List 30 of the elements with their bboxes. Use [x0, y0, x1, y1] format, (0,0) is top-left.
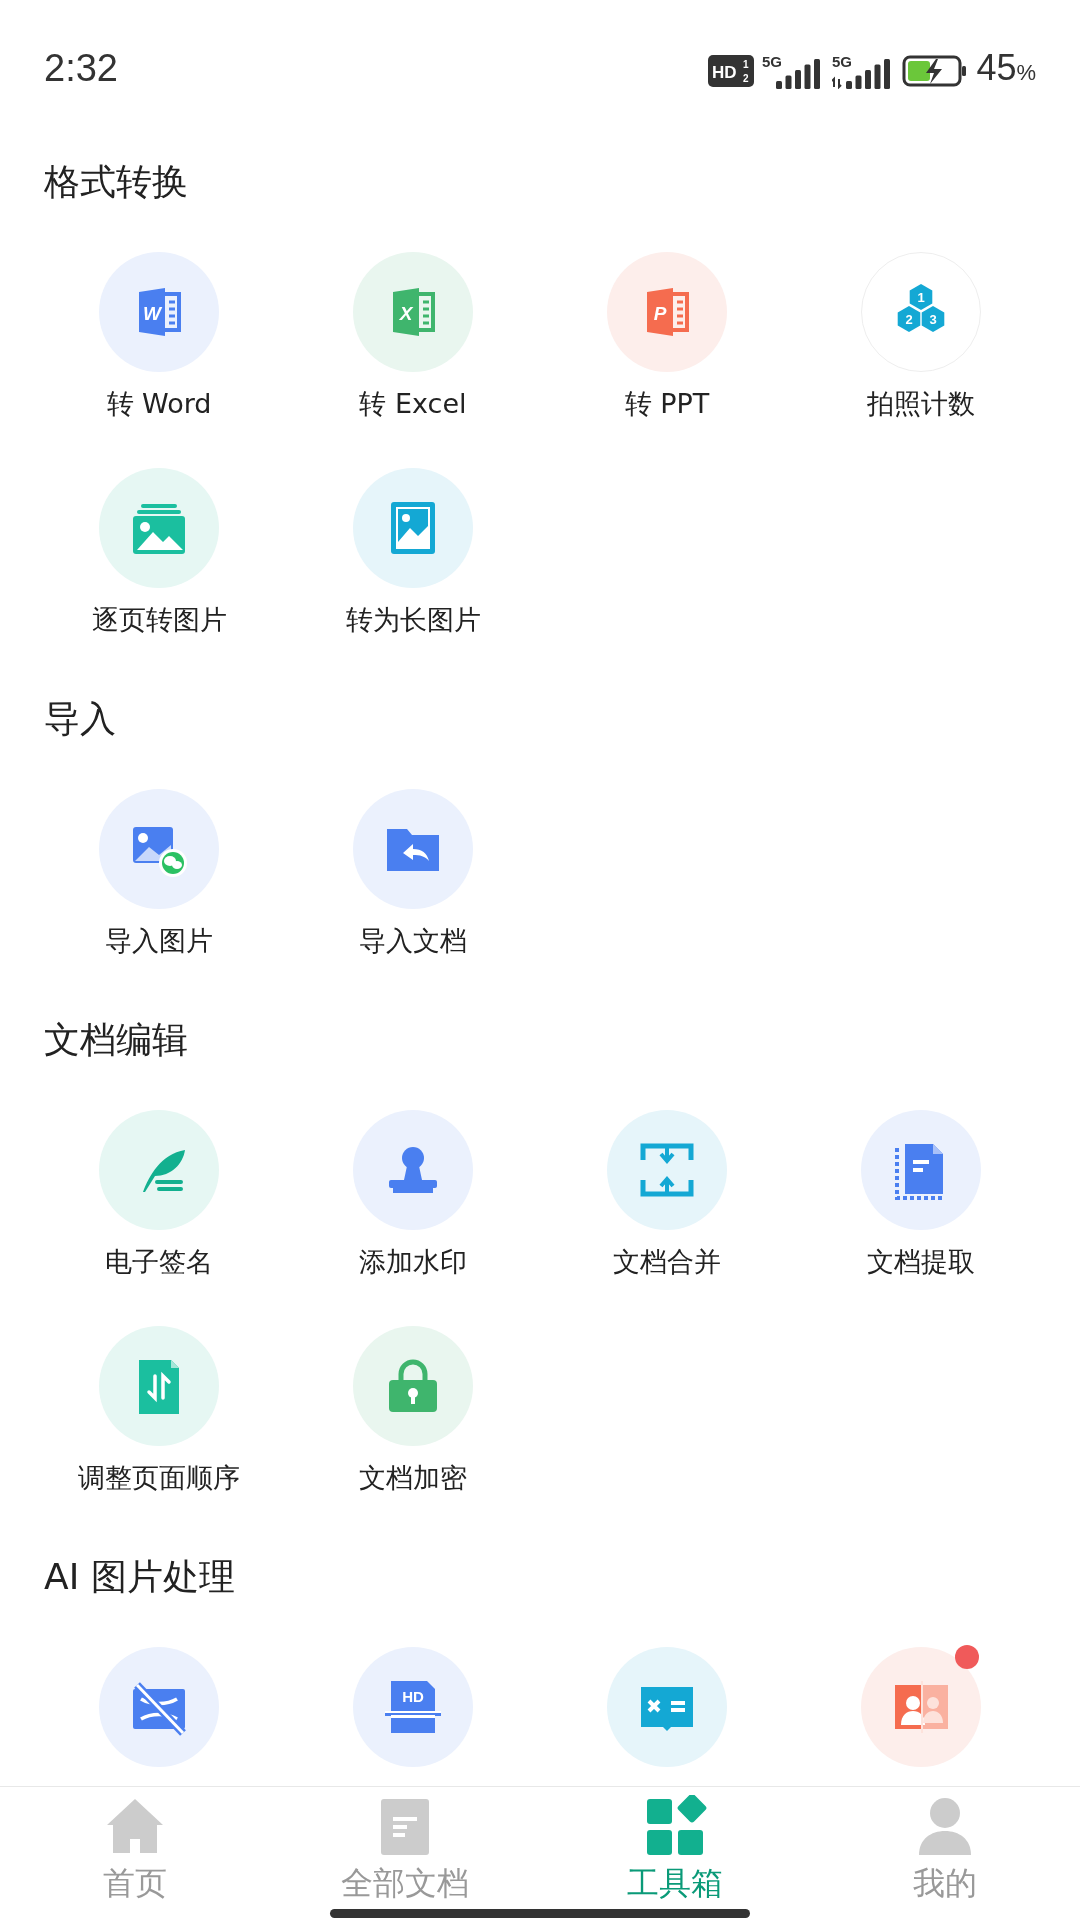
battery-percent: 45%: [976, 48, 1036, 90]
tool-button[interactable]: HD: [353, 1647, 473, 1767]
tool-label: 调整页面顺序: [78, 1461, 240, 1495]
tool-label: 逐页转图片: [91, 603, 227, 637]
clock: 2:32: [44, 48, 118, 88]
tool-button[interactable]: 1 2 3: [861, 252, 981, 372]
tool-label: 转 Excel: [359, 387, 467, 421]
section-title: 格式转换: [43, 160, 189, 204]
section-title: 文档编辑: [43, 1018, 189, 1062]
tool-button[interactable]: W: [99, 252, 219, 372]
nav-tab[interactable]: 全部文档: [270, 1787, 540, 1920]
tool-label: 添加水印: [359, 1245, 467, 1279]
tool-label: 电子签名: [105, 1245, 213, 1279]
tool-label: 转 PPT: [624, 387, 710, 421]
tool-label: 转为长图片: [345, 603, 481, 637]
nav-tab[interactable]: 首页: [0, 1787, 270, 1920]
battery-charging-icon: [902, 53, 969, 88]
tool-button[interactable]: X: [353, 252, 473, 372]
tool-label: 文档提取: [867, 1245, 975, 1279]
section-title: 导入: [43, 697, 117, 741]
tool-label: 导入文档: [359, 924, 467, 958]
nav-tab[interactable]: 我的: [810, 1787, 1080, 1920]
tool-label: 文档加密: [359, 1461, 467, 1495]
tool-label: 转 Word: [106, 387, 212, 421]
nav-tab[interactable]: 工具箱: [540, 1787, 810, 1920]
section-title: AI 图片处理: [43, 1555, 236, 1599]
tool-button[interactable]: P: [607, 252, 727, 372]
tool-label: 文档合并: [613, 1245, 721, 1279]
tool-label: 导入图片: [105, 924, 213, 958]
tool-label: 拍照计数: [867, 387, 975, 421]
